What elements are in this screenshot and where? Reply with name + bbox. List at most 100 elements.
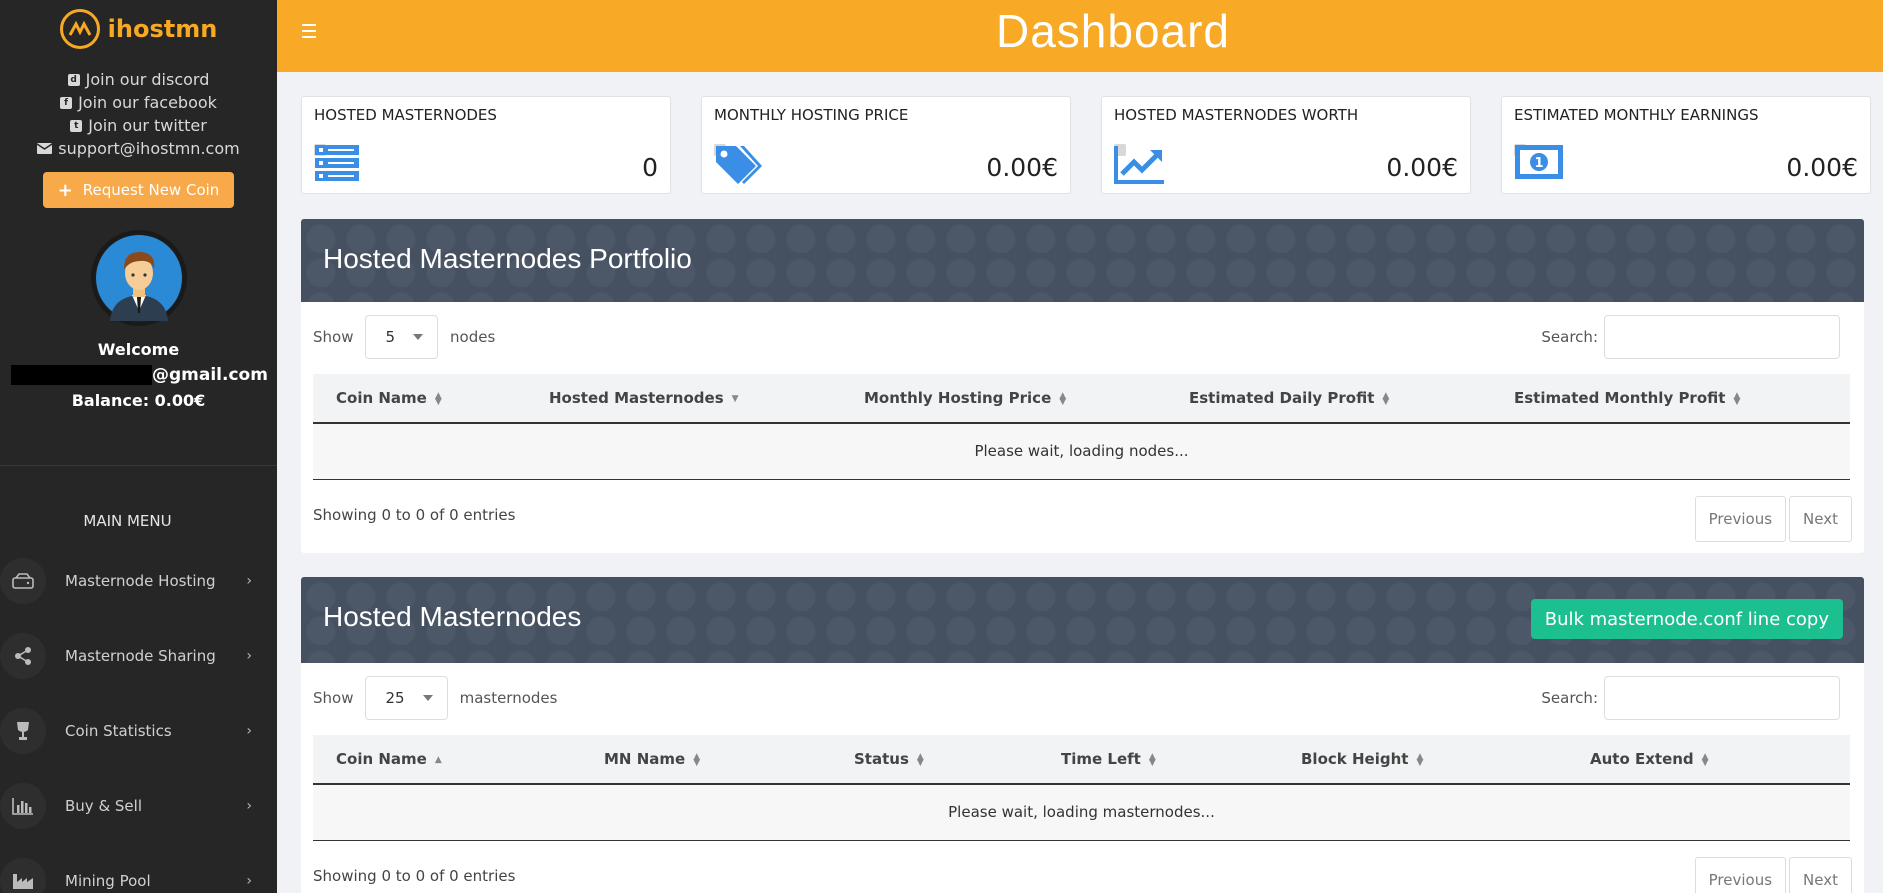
- chevron-right-icon: ›: [246, 798, 252, 814]
- support-email-link[interactable]: support@ihostmn.com: [0, 137, 277, 160]
- hosted-masternodes-panel: Hosted Masternodes Bulk masternode.conf …: [301, 577, 1864, 893]
- logo[interactable]: ihostmn: [0, 0, 277, 54]
- stat-card-monthly-hosting-price: MONTHLY HOSTING PRICE 0.00€: [701, 96, 1071, 194]
- column-label: Estimated Monthly Profit: [1514, 389, 1726, 407]
- facebook-icon: f: [60, 96, 73, 109]
- request-new-coin-button[interactable]: + Request New Coin: [43, 172, 234, 208]
- page-size-select[interactable]: 5: [365, 315, 439, 359]
- trend-up-icon: [1114, 144, 1164, 184]
- email-redaction: [11, 365, 152, 385]
- page-size-suffix: masternodes: [459, 689, 558, 707]
- panel-title: Hosted Masternodes: [323, 601, 582, 632]
- discord-link[interactable]: d Join our discord: [0, 68, 277, 91]
- next-page-button[interactable]: Next: [1789, 495, 1852, 542]
- table-row: Please wait, loading nodes...: [313, 423, 1850, 480]
- twitter-link-label: Join our twitter: [88, 116, 207, 135]
- sidebar-item-label: Coin Statistics: [65, 722, 172, 740]
- trophy-icon: [0, 708, 46, 754]
- twitter-link[interactable]: t Join our twitter: [0, 114, 277, 137]
- sort-desc-icon: ▼: [731, 393, 739, 404]
- chevron-right-icon: ›: [246, 573, 252, 589]
- column-header[interactable]: Hosted Masternodes ▼: [526, 374, 841, 424]
- avatar: [90, 230, 187, 326]
- server-icon: [314, 144, 359, 181]
- sort-icon: ▲ ▼: [434, 390, 442, 407]
- table-header-row: Coin Name ▲ ▼ Hosted Masternodes ▼ Monthly …: [313, 374, 1850, 424]
- brand-name: ihostmn: [107, 15, 218, 43]
- stat-label: HOSTED MASTERNODES: [314, 106, 497, 124]
- column-header[interactable]: Estimated Monthly Profit ▲ ▼: [1491, 374, 1850, 424]
- welcome-text: Welcome: [97, 340, 180, 359]
- stat-label: HOSTED MASTERNODES WORTH: [1114, 106, 1359, 124]
- sidebar-item-buy-sell[interactable]: Buy & Sell ›: [0, 781, 277, 831]
- money-bill-icon: 1: [1514, 144, 1563, 179]
- caret-down-icon: [422, 695, 433, 701]
- sidebar-item-label: Mining Pool: [65, 872, 151, 890]
- column-label: Coin Name: [336, 750, 427, 768]
- chevron-right-icon: ›: [246, 723, 252, 739]
- column-label: Estimated Daily Profit: [1189, 389, 1375, 407]
- facebook-link[interactable]: f Join our facebook: [0, 91, 277, 114]
- sidebar: ihostmn d Join our discord f Join our fa…: [0, 0, 277, 893]
- svg-text:1: 1: [1534, 156, 1543, 171]
- sidebar-item-mining-pool[interactable]: Mining Pool ›: [0, 856, 277, 893]
- facebook-link-label: Join our facebook: [78, 93, 217, 112]
- support-email-label: support@ihostmn.com: [58, 139, 240, 158]
- sort-icon: ▲ ▼: [1148, 751, 1156, 768]
- column-header[interactable]: Coin Name ▲ ▼: [313, 374, 526, 424]
- bulk-conf-copy-button[interactable]: Bulk masternode.conf line copy: [1530, 599, 1843, 639]
- page-size-value: 5: [385, 328, 396, 346]
- stat-label: MONTHLY HOSTING PRICE: [714, 106, 909, 124]
- share-icon: [0, 633, 46, 679]
- next-page-button[interactable]: Next: [1789, 856, 1852, 893]
- bar-chart-icon: [0, 783, 46, 829]
- portfolio-panel: Hosted Masternodes Portfolio Show 5 node…: [301, 219, 1864, 553]
- page-size-select[interactable]: 25: [365, 676, 448, 720]
- sidebar-item-coin-statistics[interactable]: Coin Statistics ›: [0, 706, 277, 756]
- tags-icon: [714, 144, 762, 184]
- user-avatar-icon: [95, 235, 182, 321]
- sidebar-item-masternode-sharing[interactable]: Masternode Sharing ›: [0, 631, 277, 681]
- show-label: Show: [313, 689, 354, 707]
- column-header[interactable]: MN Name ▲ ▼: [581, 735, 831, 785]
- panel-title: Hosted Masternodes Portfolio: [323, 243, 692, 274]
- portfolio-table: Coin Name ▲ ▼ Hosted Masternodes ▼ Monthly …: [313, 374, 1850, 480]
- page-size-control: Show 25 masternodes: [313, 676, 557, 720]
- column-header[interactable]: Estimated Daily Profit ▲ ▼: [1166, 374, 1491, 424]
- column-header[interactable]: Block Height ▲ ▼: [1278, 735, 1567, 785]
- sidebar-item-label: Masternode Hosting: [65, 572, 216, 590]
- stat-value: 0.00€: [1786, 153, 1858, 182]
- search-control: Search:: [1541, 315, 1840, 359]
- previous-page-button[interactable]: Previous: [1694, 495, 1787, 542]
- sidebar-item-label: Masternode Sharing: [65, 647, 216, 665]
- logo-icon: [59, 9, 100, 49]
- top-header: Dashboard: [277, 0, 1883, 72]
- column-label: Status: [854, 750, 909, 768]
- show-label: Show: [313, 328, 354, 346]
- hosted-masternodes-table: Coin Name ▲ MN Name ▲ ▼ Status ▲ ▼ Time Left ▲…: [313, 735, 1850, 841]
- column-header[interactable]: Status ▲ ▼: [831, 735, 1038, 785]
- column-header[interactable]: Time Left ▲ ▼: [1038, 735, 1278, 785]
- column-header[interactable]: Auto Extend ▲ ▼: [1567, 735, 1850, 785]
- stat-card-estimated-monthly-earnings: ESTIMATED MONTHLY EARNINGS 1 0.00€: [1501, 96, 1871, 194]
- column-label: Time Left: [1061, 750, 1141, 768]
- stat-value: 0: [642, 153, 658, 182]
- sort-icon: ▲ ▼: [693, 751, 701, 768]
- search-input[interactable]: [1604, 676, 1840, 720]
- masternodes-footer: Showing 0 to 0 of 0 entries Previous Nex…: [301, 841, 1864, 893]
- mail-icon: [37, 143, 53, 154]
- search-input[interactable]: [1604, 315, 1840, 359]
- loading-message: Please wait, loading masternodes...: [313, 784, 1850, 841]
- page-size-control: Show 5 nodes: [313, 315, 495, 359]
- sidebar-item-masternode-hosting[interactable]: Masternode Hosting ›: [0, 556, 277, 606]
- user-email: @gmail.com: [0, 365, 277, 385]
- column-label: Monthly Hosting Price: [864, 389, 1052, 407]
- factory-icon: [0, 858, 46, 893]
- entries-info: Showing 0 to 0 of 0 entries: [313, 505, 516, 524]
- previous-page-button[interactable]: Previous: [1694, 856, 1787, 893]
- search-label: Search:: [1541, 689, 1598, 707]
- request-new-coin-label: Request New Coin: [82, 181, 220, 199]
- column-header[interactable]: Monthly Hosting Price ▲ ▼: [841, 374, 1166, 424]
- discord-icon: d: [67, 73, 80, 86]
- column-header[interactable]: Coin Name ▲: [313, 735, 581, 785]
